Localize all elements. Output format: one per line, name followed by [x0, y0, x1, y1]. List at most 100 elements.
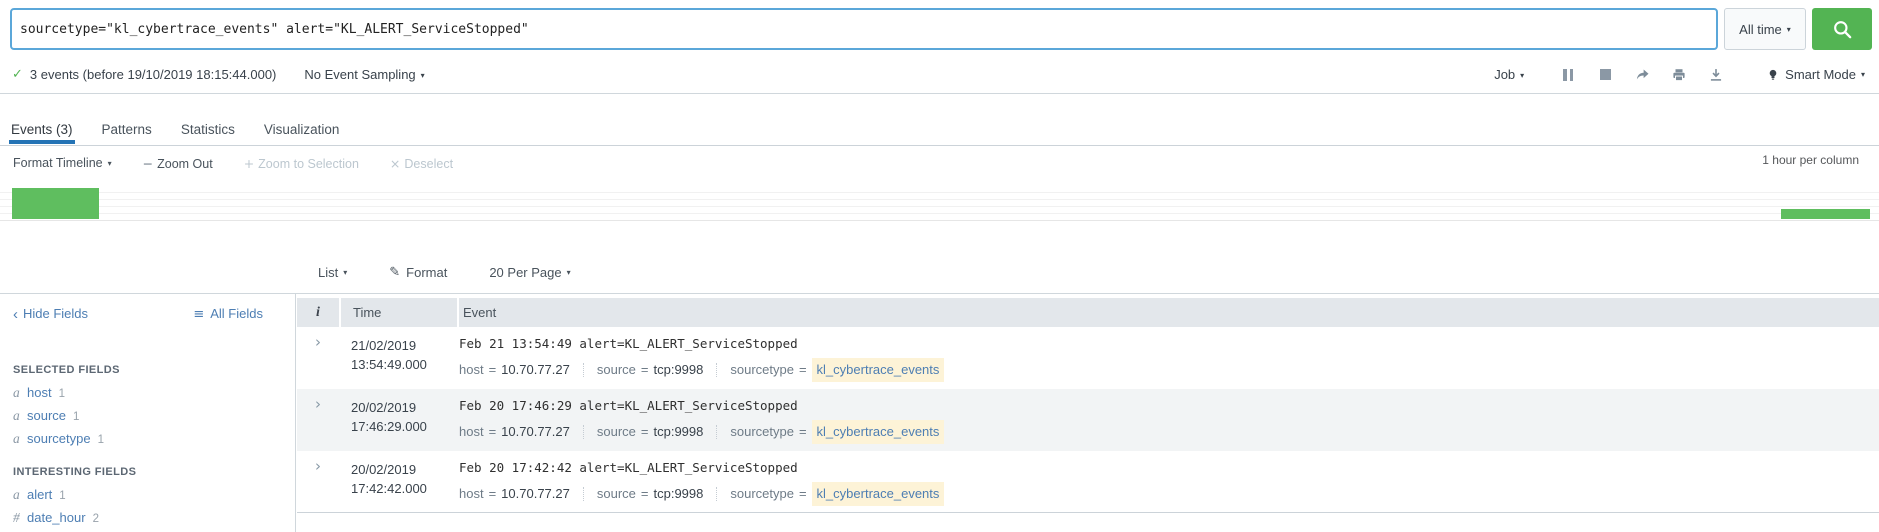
- event-column-header: Event: [459, 298, 1879, 327]
- event-fields: host = 10.70.77.27 source = tcp:9998 sourcet…: [459, 482, 1879, 506]
- field-value-source[interactable]: tcp:9998: [653, 422, 703, 442]
- list-icon: ≡: [193, 307, 205, 322]
- pause-icon[interactable]: [1560, 67, 1576, 83]
- field-item-source[interactable]: a source 1: [13, 405, 295, 428]
- time-range-label: All time: [1739, 21, 1782, 37]
- field-item-sourcetype[interactable]: a sourcetype 1: [13, 428, 295, 451]
- search-query-box: [10, 8, 1718, 50]
- event-raw-text: Feb 21 13:54:49 alert=KL_ALERT_ServiceSt…: [459, 336, 798, 351]
- field-type-icon: a: [13, 385, 20, 400]
- field-value-source[interactable]: tcp:9998: [653, 484, 703, 504]
- event-time: 20/02/2019 17:42:42.000: [351, 462, 427, 496]
- chevron-left-icon: ‹: [13, 306, 18, 323]
- expand-event-icon[interactable]: ›: [297, 327, 339, 389]
- event-sampling-menu[interactable]: No Event Sampling ▾: [304, 67, 424, 82]
- search-button[interactable]: [1812, 8, 1872, 50]
- event-fields: host = 10.70.77.27 source = tcp:9998 sourcet…: [459, 420, 1879, 444]
- field-value-host[interactable]: 10.70.77.27: [501, 422, 570, 442]
- field-type-icon: a: [13, 431, 20, 446]
- events-summary: 3 events (before 19/10/2019 18:15:44.000…: [29, 67, 277, 82]
- event-fields: host = 10.70.77.27 source = tcp:9998 sourcet…: [459, 358, 1879, 382]
- field-value-sourcetype[interactable]: kl_cybertrace_events: [811, 358, 945, 382]
- chevron-down-icon: ▾: [343, 267, 348, 277]
- table-row: › 20/02/2019 17:46:29.000 Feb 20 17:46:2…: [297, 389, 1879, 451]
- job-status: ✓ 3 events (before 19/10/2019 18:15:44.0…: [0, 67, 425, 82]
- chevron-down-icon: ▾: [107, 159, 112, 168]
- field-type-icon: a: [13, 487, 20, 502]
- format-menu[interactable]: ✎ Format: [389, 265, 447, 280]
- event-cell: Feb 20 17:46:29 alert=KL_ALERT_ServiceSt…: [455, 389, 1879, 451]
- pencil-icon: ✎: [389, 264, 401, 280]
- expand-event-icon[interactable]: ›: [297, 389, 339, 451]
- field-item-alert[interactable]: a alert 1: [13, 484, 295, 507]
- timeline-scale-label: 1 hour per column: [1762, 153, 1859, 167]
- event-time: 20/02/2019 17:46:29.000: [351, 400, 427, 434]
- field-type-icon: a: [13, 408, 20, 423]
- bulb-icon: [1767, 68, 1785, 82]
- field-separator: [716, 363, 718, 377]
- deselect-button[interactable]: × Deselect: [390, 156, 453, 171]
- field-separator: [716, 487, 718, 501]
- time-column-header: Time: [341, 298, 457, 327]
- chevron-down-icon: ▾: [420, 71, 425, 80]
- field-item-host[interactable]: a host 1: [13, 382, 295, 405]
- chevron-down-icon: ▾: [566, 267, 571, 277]
- stop-icon[interactable]: [1597, 67, 1613, 83]
- chevron-down-icon: ▾: [1520, 71, 1525, 80]
- mode-label: Smart Mode: [1785, 67, 1856, 82]
- chevron-down-icon: ▾: [1786, 24, 1791, 34]
- list-view-menu[interactable]: List ▾: [318, 265, 347, 280]
- splunk-search-page: All time ▾ ✓ 3 events (before 19/10/2019…: [0, 0, 1879, 532]
- search-input[interactable]: [12, 21, 1716, 37]
- expand-event-icon[interactable]: ›: [297, 451, 339, 512]
- search-mode-selector[interactable]: Smart Mode ▾: [1767, 67, 1865, 82]
- time-range-picker[interactable]: All time ▾: [1724, 8, 1806, 50]
- results-toolbar: List ▾ ✎ Format 20 Per Page ▾: [297, 257, 613, 287]
- event-raw-text: Feb 20 17:42:42 alert=KL_ALERT_ServiceSt…: [459, 460, 798, 475]
- info-column-header: i: [297, 298, 339, 327]
- check-icon: ✓: [12, 67, 23, 82]
- zoom-out-button[interactable]: − Zoom Out: [143, 156, 213, 171]
- search-icon: [1832, 19, 1853, 40]
- x-icon: ×: [389, 155, 401, 171]
- result-tabs: Events (3) Patterns Statistics Visualiza…: [0, 94, 1879, 146]
- field-separator: [582, 363, 584, 377]
- share-icon[interactable]: [1634, 67, 1650, 83]
- field-value-sourcetype[interactable]: kl_cybertrace_events: [811, 420, 945, 444]
- per-page-menu[interactable]: 20 Per Page ▾: [489, 265, 570, 280]
- zoom-to-selection-button[interactable]: + Zoom to Selection: [244, 156, 359, 171]
- all-fields-button[interactable]: ≡ All Fields: [193, 306, 263, 322]
- timeline-bar[interactable]: [1781, 209, 1870, 219]
- tab-visualization[interactable]: Visualization: [263, 121, 341, 139]
- field-value-host[interactable]: 10.70.77.27: [501, 484, 570, 504]
- field-value-host[interactable]: 10.70.77.27: [501, 360, 570, 380]
- field-value-sourcetype[interactable]: kl_cybertrace_events: [811, 482, 945, 506]
- format-timeline-menu[interactable]: Format Timeline ▾: [13, 156, 112, 170]
- table-row: › 21/02/2019 13:54:49.000 Feb 21 13:54:4…: [297, 327, 1879, 389]
- field-value-source[interactable]: tcp:9998: [653, 360, 703, 380]
- event-time: 21/02/2019 13:54:49.000: [351, 338, 427, 372]
- field-item-date-hour[interactable]: # date_hour 2: [13, 507, 295, 530]
- fields-sidebar-header: ‹ Hide Fields ≡ All Fields: [0, 294, 295, 338]
- field-separator: [716, 425, 718, 439]
- tab-events[interactable]: Events (3): [9, 121, 75, 144]
- tab-statistics[interactable]: Statistics: [180, 121, 236, 139]
- tab-patterns[interactable]: Patterns: [101, 121, 153, 139]
- field-separator: [582, 487, 584, 501]
- table-row: › 20/02/2019 17:42:42.000 Feb 20 17:42:4…: [297, 451, 1879, 513]
- print-icon[interactable]: [1671, 67, 1687, 83]
- selected-fields-header: SELECTED FIELDS: [13, 364, 120, 376]
- interesting-fields-list: aalert1 #date_hour2 #date_mday2: [0, 484, 295, 532]
- event-raw-text: Feb 20 17:46:29 alert=KL_ALERT_ServiceSt…: [459, 398, 798, 413]
- job-menu[interactable]: Job ▾: [1494, 67, 1524, 82]
- events-timeline-chart[interactable]: [0, 186, 1879, 221]
- timeline-bar[interactable]: [12, 188, 99, 219]
- job-controls: Job ▾ Smart Mode ▾: [1494, 67, 1879, 83]
- plus-icon: +: [243, 155, 255, 171]
- download-icon[interactable]: [1708, 67, 1724, 83]
- event-cell: Feb 21 13:54:49 alert=KL_ALERT_ServiceSt…: [455, 327, 1879, 389]
- event-cell: Feb 20 17:42:42 alert=KL_ALERT_ServiceSt…: [455, 451, 1879, 512]
- search-bar: All time ▾: [10, 8, 1872, 50]
- field-type-icon: #: [13, 510, 20, 525]
- hide-fields-button[interactable]: ‹ Hide Fields: [13, 306, 88, 323]
